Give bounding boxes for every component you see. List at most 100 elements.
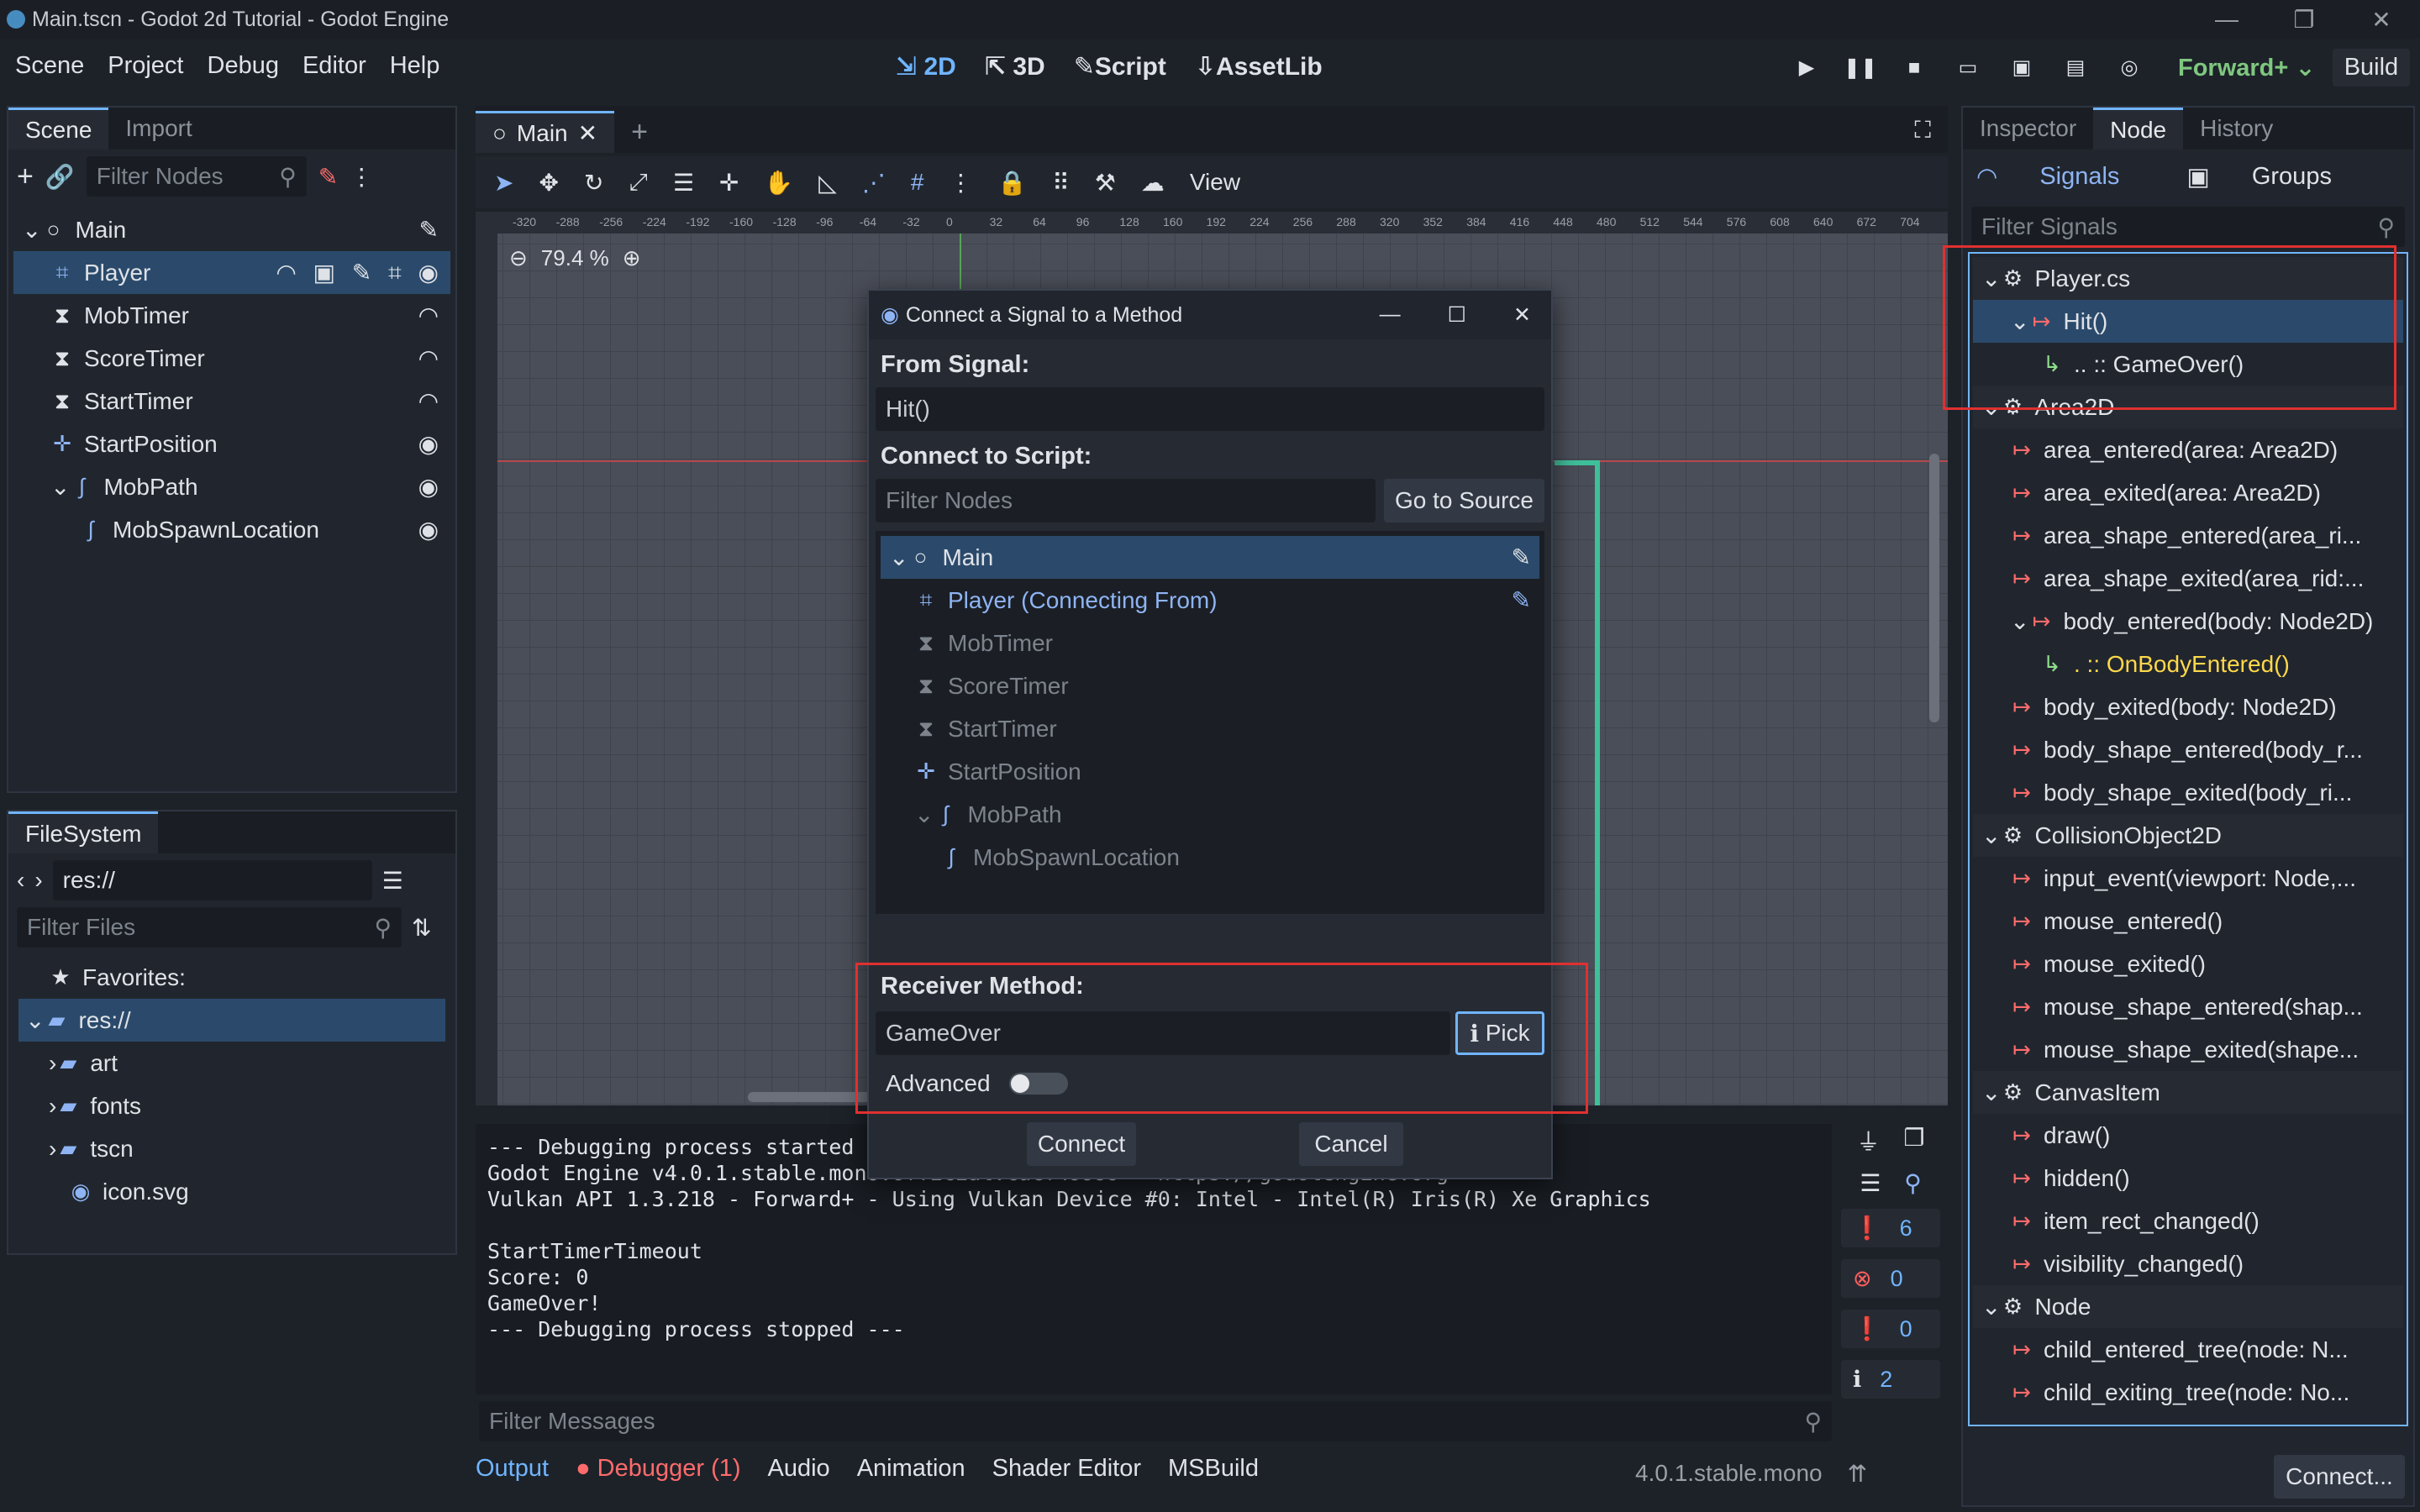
renderer-select[interactable]: Forward+ ⌄	[2178, 53, 2316, 82]
signal-item[interactable]: ↦ body_shape_entered(body_r...	[1973, 728, 2403, 771]
build-button[interactable]: Build	[2332, 49, 2411, 87]
search-icon[interactable]: ⚲	[1904, 1169, 1922, 1197]
dialog-node-startposition[interactable]: ✛ StartPosition	[881, 750, 1539, 793]
zoom-out-icon[interactable]: ⊖	[509, 245, 528, 271]
clear-icon[interactable]: ⏚	[1856, 1124, 1880, 1158]
zoom-level[interactable]: 79.4 %	[541, 245, 609, 271]
connect-signal-button[interactable]: Connect...	[2274, 1455, 2405, 1499]
connect-button[interactable]: Connect	[1027, 1122, 1136, 1166]
signal-item[interactable]: ↦ draw()	[1973, 1114, 2403, 1157]
node-status-icons[interactable]: ◉	[418, 516, 450, 543]
pan-tool-icon[interactable]: ✋	[764, 169, 793, 197]
errors-badge-toggle[interactable]: ❗ 6	[1841, 1209, 1940, 1247]
copy-icon[interactable]: ❐	[1903, 1124, 1924, 1158]
tab-scene[interactable]: Scene	[8, 108, 109, 150]
rotate-tool-icon[interactable]: ↻	[584, 169, 603, 197]
pick-button[interactable]: ℹ Pick	[1455, 1011, 1544, 1055]
select-tool-icon[interactable]: ➤	[494, 169, 513, 197]
back-icon[interactable]: ‹	[17, 867, 24, 894]
play-icon[interactable]: ▶	[1788, 50, 1825, 87]
filter-files-input[interactable]: Filter Files ⚲	[17, 907, 402, 948]
mode-2d-button[interactable]: ⇲ 2D	[896, 52, 956, 81]
tab-animation[interactable]: Animation	[857, 1455, 965, 1483]
tab-main[interactable]: ○ Main ✕	[476, 111, 615, 153]
viewport-vscroll[interactable]	[1929, 454, 1939, 722]
dialog-node-main[interactable]: ⌄ ○ Main ✎	[881, 536, 1539, 579]
group-icon[interactable]: ⠿	[1052, 169, 1070, 197]
forward-icon[interactable]: ›	[34, 867, 42, 894]
layout-icon[interactable]: ☰	[382, 867, 403, 895]
signal-item[interactable]: ↦ body_exited(body: Node2D)	[1973, 685, 2403, 728]
folder-art[interactable]: › ▰ art	[18, 1042, 445, 1084]
node-status-icons[interactable]: ✎	[419, 216, 450, 244]
dialog-node-scoretimer[interactable]: ⧗ ScoreTimer	[881, 664, 1539, 707]
signal-item[interactable]: ↦ area_shape_entered(area_ri...	[1973, 514, 2403, 557]
signal-class-collisionobject2d[interactable]: ⌄ ⚙ CollisionObject2D	[1973, 814, 2403, 857]
grid-snap-icon[interactable]: #	[911, 169, 924, 196]
file-icon-svg[interactable]: ◉ icon.svg	[18, 1170, 445, 1213]
dialog-node-mobspawnlocation[interactable]: ∫ MobSpawnLocation	[881, 836, 1539, 879]
tab-audio[interactable]: Audio	[768, 1455, 830, 1483]
signals-tab[interactable]: Signals	[2039, 163, 2119, 191]
more-icon[interactable]: ⋮	[350, 163, 373, 191]
close-tab-icon[interactable]: ✕	[578, 119, 597, 147]
tab-shader-editor[interactable]: Shader Editor	[992, 1455, 1141, 1483]
zoom-in-icon[interactable]: ⊕	[623, 245, 641, 271]
node-status-icons[interactable]: ◠	[418, 387, 450, 415]
play-scene-icon[interactable]: ▣	[2003, 50, 2040, 87]
receiver-method-input[interactable]: GameOver	[876, 1011, 1450, 1055]
filter-nodes-input[interactable]: Filter Nodes ⚲	[86, 156, 307, 197]
move-tool-icon[interactable]: ✥	[539, 169, 558, 197]
maximize-icon[interactable]: ☐	[1448, 302, 1466, 328]
folder-tscn[interactable]: › ▰ tscn	[18, 1127, 445, 1170]
scene-node-mobtimer[interactable]: ⧗ MobTimer ◠	[13, 294, 450, 337]
add-tab-icon[interactable]: +	[614, 111, 665, 153]
menu-editor[interactable]: Editor	[302, 52, 366, 80]
list-select-icon[interactable]: ☰	[673, 169, 694, 197]
signal-item[interactable]: ↦ mouse_exited()	[1973, 942, 2403, 985]
errors-toggle[interactable]: ⊗ 0	[1841, 1259, 1940, 1298]
signal-item[interactable]: ↦ body_shape_exited(body_ri...	[1973, 771, 2403, 814]
sort-icon[interactable]: ⇅	[412, 914, 431, 942]
pause-icon[interactable]: ❚❚	[1842, 50, 1879, 87]
minimize-icon[interactable]: —	[1380, 302, 1401, 328]
signal-item[interactable]: ↦ hidden()	[1973, 1157, 2403, 1200]
scene-node-starttimer[interactable]: ⧗ StartTimer ◠	[13, 380, 450, 423]
signal-item[interactable]: ↦ mouse_entered()	[1973, 900, 2403, 942]
pin-panel-icon[interactable]: ⇈	[1848, 1460, 1867, 1488]
signal-item[interactable]: ↦ mouse_shape_entered(shap...	[1973, 985, 2403, 1028]
go-to-source-button[interactable]: Go to Source	[1384, 479, 1544, 522]
close-window-icon[interactable]: ✕	[2343, 0, 2420, 39]
node-status-icons[interactable]: ◉	[418, 473, 450, 501]
signal-class-node[interactable]: ⌄ ⚙ Node	[1973, 1285, 2403, 1328]
tab-debugger[interactable]: ● Debugger (1)	[576, 1455, 740, 1483]
signal-item[interactable]: ↦ child_exiting_tree(node: No...	[1973, 1371, 2403, 1414]
folder-fonts[interactable]: › ▰ fonts	[18, 1084, 445, 1127]
scene-node-player[interactable]: ⌗ Player ◠ ▣ ✎ ⌗ ◉	[13, 251, 450, 294]
node-status-icons[interactable]: ◉	[418, 430, 450, 458]
dialog-node-starttimer[interactable]: ⧗ StartTimer	[881, 707, 1539, 750]
script-icon[interactable]: ✎	[318, 163, 338, 191]
node-status-icons[interactable]: ◠ ▣ ✎ ⌗ ◉	[276, 259, 450, 287]
maximize-icon[interactable]: ❐	[2265, 0, 2343, 39]
signal-item[interactable]: ↦ area_entered(area: Area2D)	[1973, 428, 2403, 471]
add-node-icon[interactable]: +	[17, 160, 34, 193]
lock-icon[interactable]: 🔒	[997, 169, 1027, 197]
favorites[interactable]: ★ Favorites:	[18, 956, 445, 999]
pivot-icon[interactable]: ✛	[719, 169, 739, 197]
tab-history[interactable]: History	[2183, 108, 2290, 150]
tab-import[interactable]: Import	[108, 108, 208, 150]
cancel-button[interactable]: Cancel	[1299, 1122, 1403, 1166]
distraction-free-icon[interactable]: ⛶	[1914, 117, 1931, 144]
link-icon[interactable]: 🔗	[45, 163, 75, 191]
messages-toggle[interactable]: ℹ2	[1841, 1360, 1940, 1399]
node-status-icons[interactable]: ◠	[418, 302, 450, 329]
tab-filesystem[interactable]: FileSystem	[8, 811, 159, 853]
signal-connection[interactable]: ↳. :: OnBodyEntered()	[1973, 643, 2403, 685]
mode-assetlib-button[interactable]: ⇩AssetLib	[1195, 52, 1323, 81]
path-field[interactable]: res://	[52, 860, 372, 900]
signal-item[interactable]: ↦ visibility_changed()	[1973, 1242, 2403, 1285]
tab-inspector[interactable]: Inspector	[1963, 108, 2093, 150]
remote-debug-icon[interactable]: ▭	[1949, 50, 1986, 87]
movie-maker-icon[interactable]: ◎	[2111, 50, 2148, 87]
